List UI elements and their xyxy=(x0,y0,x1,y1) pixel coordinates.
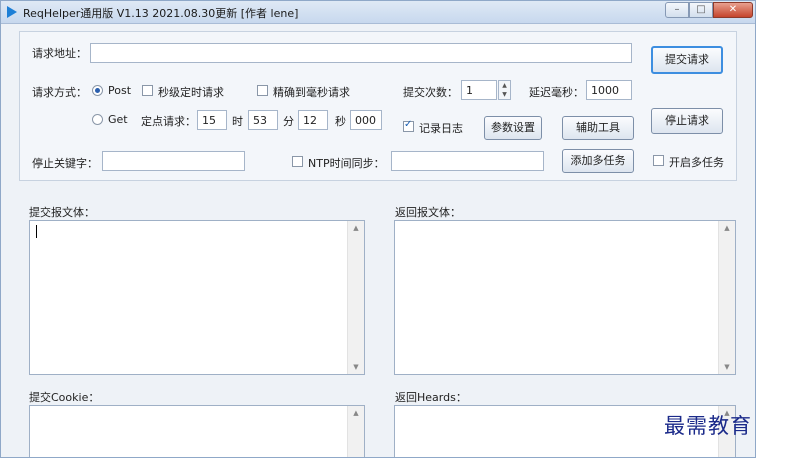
close-button[interactable]: ✕ xyxy=(713,2,753,18)
log-checkbox[interactable] xyxy=(403,119,414,132)
submit-count-label: 提交次数： xyxy=(403,86,458,99)
stop-keyword-input[interactable] xyxy=(102,151,245,171)
response-body-textarea[interactable]: ▲ ▼ xyxy=(394,220,736,375)
method-post-label: Post xyxy=(108,84,132,97)
response-body-label: 返回报文体： xyxy=(395,206,461,219)
scroll-up-icon[interactable]: ▲ xyxy=(348,406,364,420)
cookie-scrollbar[interactable]: ▲ xyxy=(347,406,364,457)
request-body-label: 提交报文体： xyxy=(29,206,95,219)
url-label: 请求地址： xyxy=(32,47,87,60)
watermark-text: 最需教育 xyxy=(664,414,752,438)
hour-unit-label: 时 xyxy=(232,115,243,128)
app-window: ReqHelper通用版 V1.13 2021.08.30更新 [作者 lene… xyxy=(0,0,756,458)
window-title: ReqHelper通用版 V1.13 2021.08.30更新 [作者 lene… xyxy=(23,7,299,20)
sched-hour-input[interactable] xyxy=(197,110,227,130)
precise-ms-label: 精确到毫秒请求 xyxy=(273,86,350,99)
delay-ms-input[interactable] xyxy=(586,80,632,100)
multi-task-checkbox[interactable] xyxy=(653,155,664,166)
method-label: 请求方式： xyxy=(32,86,87,99)
method-post-radio[interactable] xyxy=(92,85,103,96)
spin-down-icon[interactable]: ▼ xyxy=(499,90,510,99)
delay-ms-label: 延迟毫秒： xyxy=(529,86,584,99)
text-caret xyxy=(36,225,37,238)
method-get-radio[interactable] xyxy=(92,114,103,125)
maximize-icon: □ xyxy=(696,4,706,15)
scroll-up-icon[interactable]: ▲ xyxy=(719,221,735,235)
multi-task-label: 开启多任务 xyxy=(669,156,724,169)
ntp-checkbox[interactable] xyxy=(292,156,303,167)
sched-second-input[interactable] xyxy=(298,110,328,130)
response-body-scrollbar[interactable]: ▲ ▼ xyxy=(718,221,735,374)
tools-button[interactable]: 辅助工具 xyxy=(562,116,634,140)
ntp-input[interactable] xyxy=(391,151,544,171)
param-settings-button[interactable]: 参数设置 xyxy=(484,116,542,140)
cookie-textarea[interactable]: ▲ xyxy=(29,405,365,457)
title-bar: ReqHelper通用版 V1.13 2021.08.30更新 [作者 lene… xyxy=(1,1,755,24)
url-input[interactable] xyxy=(90,43,632,63)
sched-minute-input[interactable] xyxy=(248,110,278,130)
second-timer-checkbox[interactable] xyxy=(142,85,153,96)
submit-count-stepper[interactable]: ▲ ▼ xyxy=(498,80,511,100)
second-unit-label: 秒 xyxy=(335,115,346,128)
scroll-down-icon[interactable]: ▼ xyxy=(719,360,735,374)
minute-unit-label: 分 xyxy=(283,115,294,128)
log-label: 记录日志 xyxy=(419,122,463,135)
sched-ms-input[interactable] xyxy=(350,110,382,130)
scroll-down-icon[interactable]: ▼ xyxy=(348,360,364,374)
minimize-icon: – xyxy=(674,4,680,15)
submit-count-input[interactable] xyxy=(461,80,497,100)
method-get-label: Get xyxy=(108,113,128,126)
scroll-up-icon[interactable]: ▲ xyxy=(348,221,364,235)
request-body-scrollbar[interactable]: ▲ ▼ xyxy=(347,221,364,374)
submit-request-button[interactable]: 提交请求 xyxy=(651,46,723,74)
maximize-button[interactable]: □ xyxy=(689,2,713,18)
stop-keyword-label: 停止关键字： xyxy=(32,157,98,170)
close-icon: ✕ xyxy=(728,4,738,15)
ntp-label: NTP时间同步： xyxy=(308,157,385,170)
request-settings-panel: 请求地址： 提交请求 请求方式： Post 秒级定时请求 精确到毫秒请求 提交次… xyxy=(19,31,737,181)
stop-request-button[interactable]: 停止请求 xyxy=(651,108,723,134)
precise-ms-checkbox[interactable] xyxy=(257,85,268,96)
app-logo-icon xyxy=(7,6,17,18)
minimize-button[interactable]: – xyxy=(665,2,689,18)
spin-up-icon[interactable]: ▲ xyxy=(499,81,510,90)
response-headers-label: 返回Heards： xyxy=(395,391,467,404)
add-multi-task-button[interactable]: 添加多任务 xyxy=(562,149,634,173)
second-timer-label: 秒级定时请求 xyxy=(158,86,224,99)
cookie-label: 提交Cookie： xyxy=(29,391,100,404)
scheduled-label: 定点请求： xyxy=(141,115,196,128)
request-body-textarea[interactable]: ▲ ▼ xyxy=(29,220,365,375)
